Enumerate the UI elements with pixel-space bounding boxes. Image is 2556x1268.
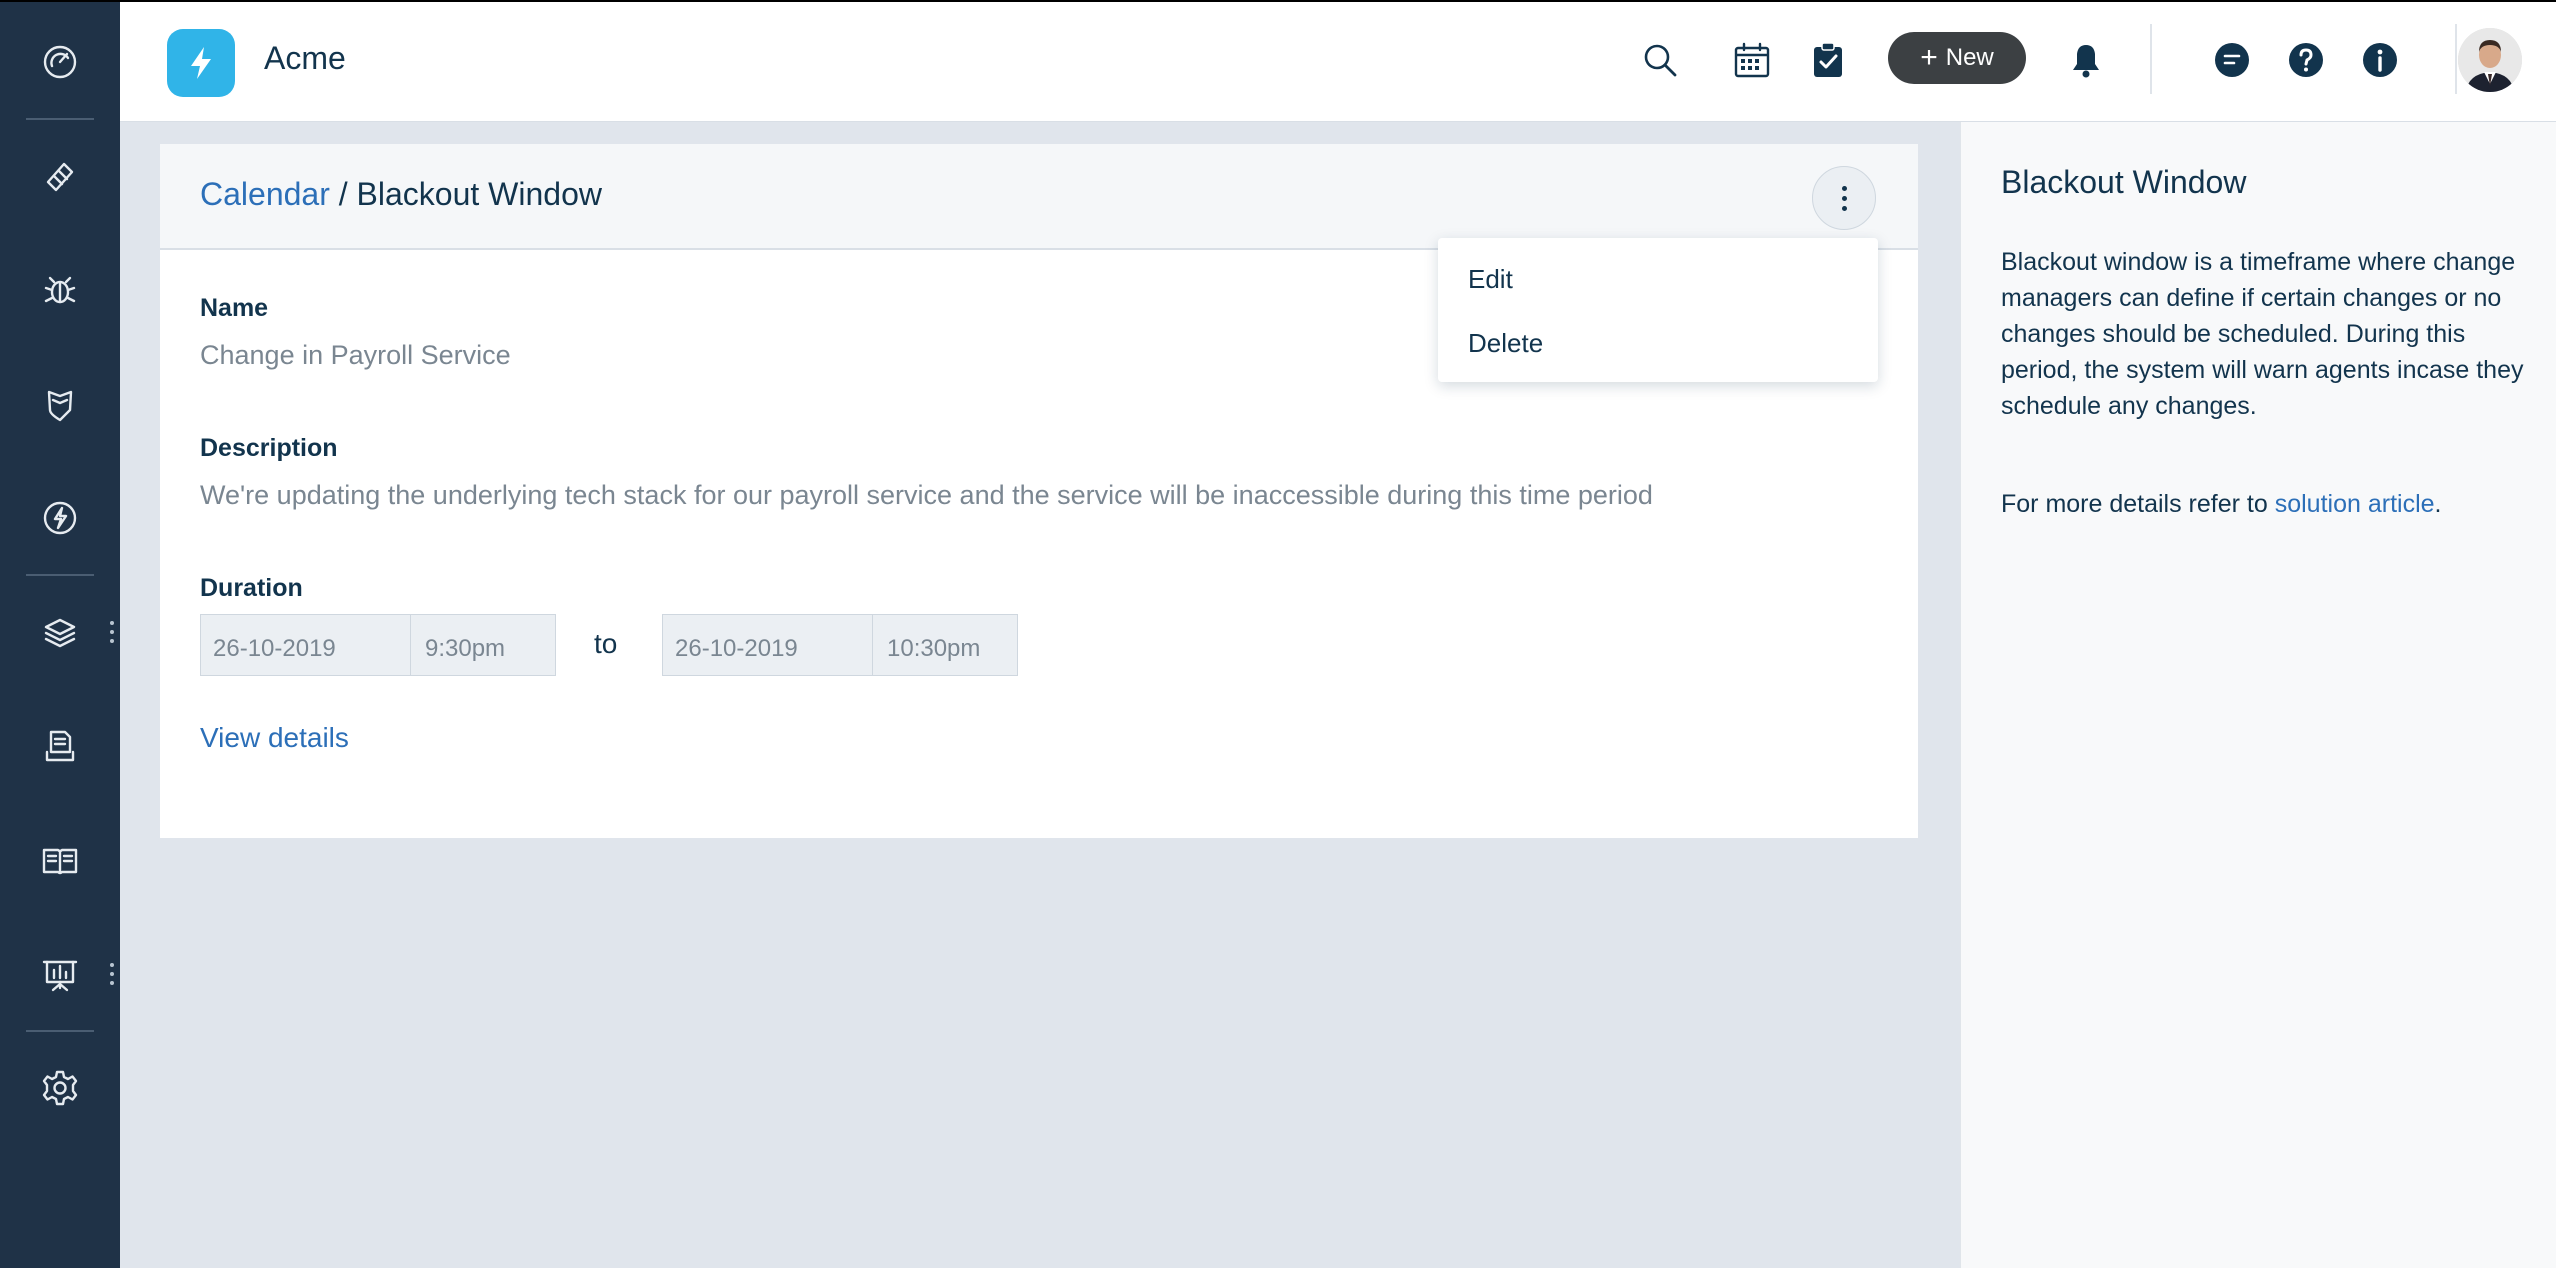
clipboard-check-icon [1814, 42, 1842, 77]
panel-title: Blackout Window [2001, 164, 2247, 200]
breadcrumb: Calendar / Blackout Window [200, 176, 602, 213]
duration-label: Duration [200, 574, 303, 602]
panel-description: Blackout window is a timeframe where cha… [2001, 248, 2524, 420]
gear-icon [42, 1070, 78, 1106]
bug-icon [44, 276, 76, 304]
sidebar-divider [26, 574, 94, 576]
sidebar-item-tickets[interactable] [0, 136, 120, 216]
name-label: Name [200, 294, 269, 322]
end-time-value: 10:30pm [887, 635, 981, 662]
header-divider [2455, 24, 2457, 94]
book-icon [42, 848, 78, 875]
menu-item-delete[interactable]: Delete [1468, 328, 1543, 359]
new-button[interactable]: + New [1888, 32, 2026, 84]
sidebar-item-assets[interactable] [0, 592, 120, 672]
end-date-value: 26-10-2019 [663, 615, 873, 675]
notifications-button[interactable] [2058, 32, 2114, 88]
start-date-value: 26-10-2019 [201, 615, 411, 675]
more-dots-icon[interactable] [110, 621, 114, 643]
sidebar-item-inbox[interactable] [0, 706, 120, 786]
help-side-panel: Blackout Window Blackout window is a tim… [1960, 122, 2556, 1268]
chat-button[interactable] [2204, 32, 2260, 88]
shield-icon [47, 390, 73, 422]
to-label: to [594, 628, 618, 659]
new-button-label: New [1945, 44, 1994, 71]
sidebar-item-security[interactable] [0, 364, 120, 444]
sidebar [0, 0, 120, 1268]
info-icon [2363, 43, 2397, 77]
kebab-dot [1841, 185, 1847, 191]
tickets-icon [46, 162, 74, 192]
view-details-link[interactable]: View details [200, 722, 349, 754]
breadcrumb-current: Blackout Window [356, 176, 602, 212]
info-button[interactable] [2352, 32, 2408, 88]
bell-icon [2073, 45, 2099, 78]
sidebar-item-solutions[interactable] [0, 820, 120, 900]
plus-icon: + [1920, 41, 1938, 74]
kebab-dot [1841, 205, 1847, 211]
reports-icon [42, 960, 78, 992]
start-time-value: 9:30pm [425, 635, 506, 662]
description-value: We're updating the underlying tech stack… [200, 480, 1653, 510]
end-datetime-field: 26-10-2019 10:30pm [662, 614, 1018, 676]
layers-icon [44, 618, 76, 648]
help-icon [2289, 43, 2323, 77]
chat-icon [2215, 43, 2249, 77]
actions-dropdown-menu: Edit Delete [1438, 238, 1878, 382]
sidebar-item-changes[interactable] [0, 478, 120, 558]
app-logo[interactable] [167, 29, 235, 97]
todo-button[interactable] [1800, 32, 1856, 88]
lightning-logo-icon [191, 47, 211, 79]
user-avatar[interactable] [2458, 28, 2522, 92]
menu-item-edit[interactable]: Edit [1468, 264, 1513, 295]
card-header: Calendar / Blackout Window [160, 144, 1918, 250]
search-button[interactable] [1632, 32, 1688, 88]
more-dots-icon[interactable] [110, 963, 114, 985]
sidebar-item-reports[interactable] [0, 934, 120, 1014]
changes-icon [43, 501, 77, 535]
search-icon [1644, 44, 1677, 77]
solution-article-link[interactable]: solution article [2275, 490, 2435, 518]
more-details-prefix: For more details refer to [2001, 490, 2275, 518]
calendar-icon [1734, 42, 1770, 78]
name-value: Change in Payroll Service [200, 340, 511, 370]
description-label: Description [200, 434, 338, 462]
sidebar-item-dashboard[interactable] [0, 22, 120, 102]
breadcrumb-separator: / [329, 176, 357, 212]
panel-more-details: For more details refer to solution artic… [2001, 490, 2441, 519]
sidebar-divider [26, 1030, 94, 1032]
header-divider [2150, 24, 2152, 94]
app-name: Acme [264, 40, 346, 76]
more-details-suffix: . [2434, 490, 2442, 518]
breadcrumb-calendar-link[interactable]: Calendar [200, 176, 330, 212]
calendar-button[interactable] [1724, 32, 1780, 88]
sidebar-item-problems[interactable] [0, 250, 120, 330]
start-datetime-field: 26-10-2019 9:30pm [200, 614, 556, 676]
sidebar-item-admin[interactable] [0, 1048, 120, 1128]
dashboard-icon [43, 45, 77, 79]
sidebar-divider [26, 118, 94, 120]
inbox-icon [45, 730, 75, 762]
top-header: Acme + New [120, 0, 2556, 122]
avatar-image [2458, 28, 2522, 92]
kebab-dot [1841, 195, 1847, 201]
more-actions-button[interactable] [1812, 166, 1876, 230]
help-button[interactable] [2278, 32, 2334, 88]
